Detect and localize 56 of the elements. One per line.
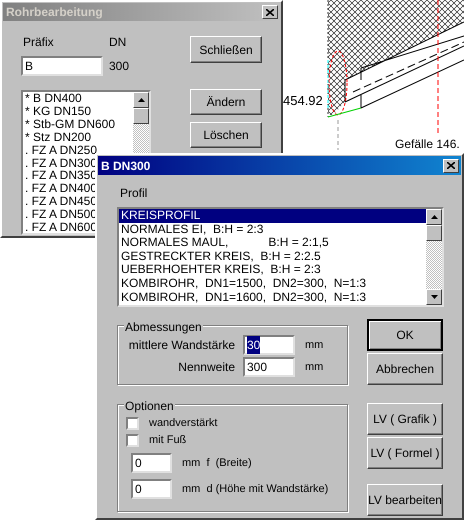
scrollbar[interactable] <box>426 209 442 305</box>
scroll-thumb[interactable] <box>133 108 149 124</box>
list-item[interactable]: * KG DN150 <box>25 104 133 118</box>
dialog-button[interactable]: Ändern <box>190 89 262 115</box>
dialog-button[interactable]: OK <box>367 319 443 351</box>
list-item[interactable]: KOMBIROHR, DN1=1600, DN2=300, N=1:3 <box>119 290 426 304</box>
input-field[interactable]: 30 <box>243 335 295 355</box>
checkbox[interactable] <box>126 417 139 430</box>
checkbox-label: mit Fuß <box>149 433 186 448</box>
list-item[interactable]: KREISPROFIL <box>119 209 426 223</box>
window-title: Rohrbearbeitung <box>6 4 103 21</box>
dn-value: 300 <box>109 58 130 75</box>
dialog-button[interactable]: LV bearbeiten <box>367 484 443 516</box>
input-field[interactable]: 0 <box>131 479 172 499</box>
dialog-button[interactable]: Löschen <box>190 122 262 148</box>
scroll-up-button[interactable] <box>426 209 442 225</box>
input-field[interactable]: 0 <box>131 453 172 473</box>
list-item[interactable]: * B DN400 <box>25 92 133 105</box>
up-arrow-icon <box>430 215 438 219</box>
list-item[interactable]: . FZ A DN250 <box>25 144 133 157</box>
list-item[interactable]: NORMALES MAUL, B:H = 2:1,5 <box>119 236 426 250</box>
close-icon <box>266 8 274 16</box>
dialog-button[interactable]: LV ( Formel ) <box>367 437 443 469</box>
field-label: Nennweite <box>177 359 236 376</box>
profile-list[interactable]: KREISPROFIL NORMALES EI, B:H = 2:3 NORMALES MAUL, B:H = 2:1,5 GESTRECKTER KREIS, B:H = 2:2.5 UEBERHOEHTER KREIS, B:H = 2:3 KOMBIROHR, DN1=1500, DN2=300, N=1:3 KOMBIROHR, DN1=1600, DN2=300, N=1:3 <box>117 207 444 307</box>
dn-label: DN <box>109 34 126 51</box>
field-label: mittlere Wandstärke <box>128 337 236 354</box>
close-button[interactable] <box>262 5 278 19</box>
list-item[interactable]: UEBERHOEHTER KREIS, B:H = 2:3 <box>119 263 426 277</box>
down-arrow-icon <box>430 295 438 299</box>
profile-label: Profil <box>119 185 148 202</box>
slope-label: Gefälle 146. <box>395 137 460 151</box>
scroll-thumb[interactable] <box>426 225 442 241</box>
close-icon <box>447 162 455 169</box>
dimension-label: 454.92 <box>283 92 323 110</box>
list-item[interactable]: KOMBIROHR, DN1=1500, DN2=300, N=1:3 <box>119 276 426 291</box>
field-label: mm d (Höhe mit Wandstärke) <box>182 482 328 497</box>
field-label: mm f (Breite) <box>182 456 252 471</box>
dialog-button[interactable]: LV ( Grafik ) <box>367 403 443 435</box>
list-item[interactable]: * Stb-GM DN600 <box>25 118 133 131</box>
scroll-up-button[interactable] <box>133 92 149 108</box>
prefix-label: Präfix <box>22 34 55 51</box>
list-item[interactable]: * Stz DN200 <box>25 130 133 144</box>
up-arrow-icon <box>138 98 144 102</box>
unit-label: mm <box>305 338 324 353</box>
list-item[interactable]: GESTRECKTER KREIS, B:H = 2:2.5 <box>119 250 426 264</box>
input-field[interactable]: B <box>21 56 103 76</box>
scroll-down-button[interactable] <box>426 289 442 305</box>
window-title: B DN300 <box>101 158 150 174</box>
dialog-button[interactable]: Abbrechen <box>367 353 443 385</box>
checkbox-label: wandverstärkt <box>149 416 218 432</box>
dialog-button[interactable]: Schließen <box>190 36 262 63</box>
close-button[interactable] <box>443 158 459 172</box>
input-field[interactable]: 300 <box>243 357 295 377</box>
unit-label: mm <box>305 360 324 375</box>
checkbox[interactable] <box>126 434 139 447</box>
